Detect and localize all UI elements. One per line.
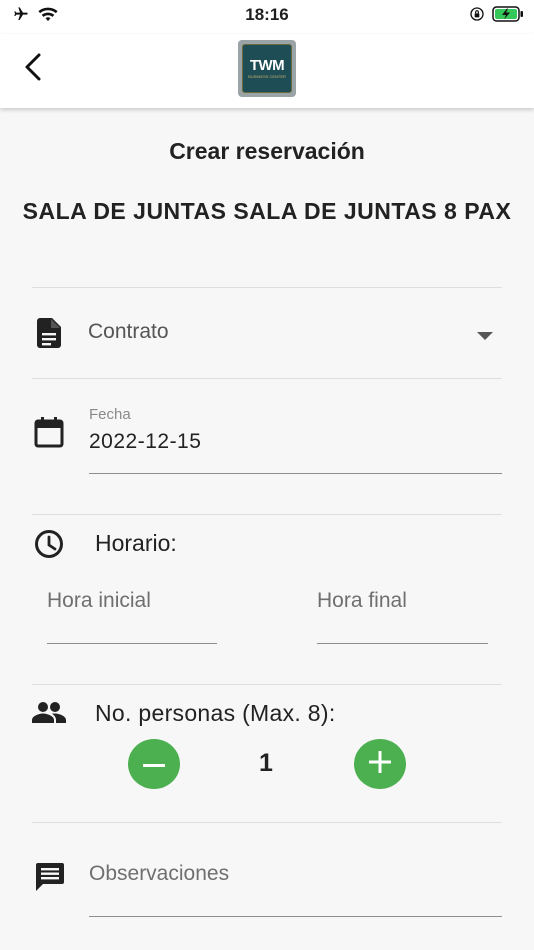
divider [32, 287, 502, 288]
status-bar: 18:16 [0, 0, 534, 34]
room-name: SALA DE JUNTAS SALA DE JUNTAS 8 PAX [22, 198, 512, 224]
divider [32, 822, 502, 823]
contrato-dropdown[interactable]: Contrato [88, 320, 169, 344]
personas-label: No. personas (Max. 8): [95, 700, 336, 726]
fecha-underline [89, 473, 502, 474]
document-icon [36, 318, 62, 348]
divider [32, 514, 502, 515]
divider [32, 684, 502, 685]
personas-count: 1 [259, 749, 273, 777]
horario-label: Horario: [95, 530, 177, 556]
status-right [469, 6, 524, 27]
logo-badge: TWM BUSINESS CENTER [242, 44, 292, 93]
logo-subtext: BUSINESS CENTER [248, 74, 286, 79]
fecha-label: Fecha [89, 406, 131, 423]
decrement-button[interactable] [128, 739, 180, 789]
chevron-left-icon [23, 52, 43, 87]
fecha-input[interactable]: 2022-12-15 [89, 430, 201, 454]
observaciones-underline [89, 916, 502, 917]
dropdown-arrow-icon[interactable] [476, 328, 494, 346]
back-button[interactable] [16, 52, 50, 86]
logo-text: TWM [249, 57, 285, 74]
clock-icon [33, 528, 65, 560]
battery-charging-icon [492, 6, 524, 27]
observaciones-input[interactable]: Observaciones [89, 862, 229, 886]
people-icon [32, 700, 66, 724]
comment-icon [35, 862, 65, 892]
increment-button[interactable] [354, 739, 406, 789]
hora-inicial-underline [47, 643, 217, 644]
hora-final-underline [317, 643, 488, 644]
calendar-icon [33, 415, 65, 449]
hora-inicial-input[interactable]: Hora inicial [47, 589, 151, 613]
app-bar: TWM BUSINESS CENTER [0, 34, 534, 108]
page-title: Crear reservación [169, 138, 365, 164]
divider [32, 378, 502, 379]
app-logo: TWM BUSINESS CENTER [238, 40, 296, 97]
minus-icon [143, 755, 165, 773]
plus-icon [369, 750, 391, 778]
orientation-lock-icon [469, 6, 485, 27]
hora-final-input[interactable]: Hora final [317, 589, 407, 613]
status-time: 18:16 [245, 5, 289, 24]
